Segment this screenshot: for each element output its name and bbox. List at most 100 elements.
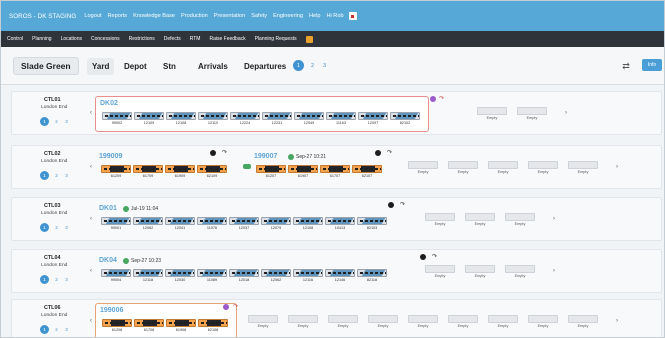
consist-id[interactable]: DK02 (100, 100, 118, 107)
track-page-2[interactable]: 2 (52, 117, 61, 126)
car-11076[interactable]: 11076 (197, 217, 227, 230)
nav-knowledge-base[interactable]: Knowledge Base (133, 13, 175, 19)
consist-DK01[interactable]: DK01 Jul-19 11:04 99001 12062 12041 11076 1203… (95, 202, 397, 238)
car-10413[interactable]: 10413 (325, 217, 355, 230)
car-99004[interactable]: 99004 (101, 269, 131, 282)
page-2[interactable]: 2 (307, 60, 318, 71)
car-99001[interactable]: 99001 (101, 217, 131, 230)
car-12049[interactable]: 12049 (294, 112, 324, 125)
scroll-left-icon[interactable]: ‹ (90, 216, 92, 222)
empty-slot[interactable]: Empty (248, 315, 278, 328)
car-61909[interactable]: 61909 (165, 165, 195, 178)
nav-engineering[interactable]: Engineering (273, 13, 303, 19)
car-82118[interactable]: 82118 (357, 269, 387, 282)
car-12041[interactable]: 12041 (165, 217, 195, 230)
car-11163[interactable]: 11163 (326, 112, 356, 125)
car-12062[interactable]: 12062 (133, 217, 163, 230)
car-12062[interactable]: 12062 (261, 269, 291, 282)
empty-slot[interactable]: Empty (528, 315, 558, 328)
empty-slot[interactable]: Empty (328, 315, 358, 328)
car-61707[interactable]: 61707 (320, 165, 350, 178)
car-61209[interactable]: 61209 (101, 165, 131, 178)
track-page-1[interactable]: 1 (40, 223, 49, 232)
scroll-right-icon[interactable]: › (553, 216, 555, 222)
empty-slot[interactable]: Empty (408, 161, 438, 174)
car-12097[interactable]: 12097 (358, 112, 388, 125)
car-61207[interactable]: 61207 (256, 165, 286, 178)
menu-planning[interactable]: Planning (32, 36, 51, 42)
track-page-1[interactable]: 1 (40, 171, 49, 180)
reverse-icon[interactable]: ↷ (432, 253, 437, 260)
car-12224[interactable]: 12224 (230, 112, 260, 125)
empty-slot[interactable]: Empty (568, 315, 598, 328)
consist-199006[interactable]: 199006 61208 61708 61908 62108 (95, 303, 237, 337)
page-1[interactable]: 1 (293, 60, 304, 71)
empty-slot[interactable]: Empty (517, 107, 547, 120)
consist-DK04[interactable]: DK04 Sep-27 10:23 99004 12118 12030 11089 1201… (95, 254, 397, 290)
tab-arrivals[interactable]: Arrivals (193, 58, 233, 75)
car-61709[interactable]: 61709 (133, 165, 163, 178)
track-page-3[interactable]: 3 (62, 171, 71, 180)
menu-locations[interactable]: Locations (61, 36, 82, 42)
car-12146[interactable]: 12146 (325, 269, 355, 282)
empty-slot[interactable]: Empty (448, 161, 478, 174)
car-62108[interactable]: 62108 (198, 319, 228, 332)
car-61907[interactable]: 61907 (288, 165, 318, 178)
menu-raise-feedback[interactable]: Raise Feedback (209, 36, 245, 42)
menu-restrictions[interactable]: Restrictions (129, 36, 155, 42)
empty-slot[interactable]: Empty (488, 315, 518, 328)
scroll-right-icon[interactable]: › (565, 110, 567, 116)
car-11089[interactable]: 11089 (197, 269, 227, 282)
nav-logout[interactable]: Logout (84, 13, 101, 19)
empty-slot[interactable]: Empty (568, 161, 598, 174)
empty-slot[interactable]: Empty (425, 265, 455, 278)
car-12079[interactable]: 12079 (261, 217, 291, 230)
tab-stn[interactable]: Stn (158, 58, 181, 75)
car-12118[interactable]: 12118 (133, 269, 163, 282)
track-page-2[interactable]: 2 (52, 223, 61, 232)
nav-safety[interactable]: Safety (251, 13, 267, 19)
empty-slot[interactable]: Empty (477, 107, 507, 120)
scroll-left-icon[interactable]: ‹ (90, 110, 92, 116)
tab-depot[interactable]: Depot (119, 58, 152, 75)
consist-DK02[interactable]: DK02 99002 12109 12108 12110 12224 12231 12049 1… (95, 96, 429, 132)
info-dot-icon[interactable] (210, 150, 216, 156)
track-page-1[interactable]: 1 (40, 275, 49, 284)
info-dot-icon[interactable] (420, 254, 426, 260)
car-12110[interactable]: 12110 (198, 112, 228, 125)
car-12231[interactable]: 12231 (262, 112, 292, 125)
scroll-right-icon[interactable]: › (616, 164, 618, 170)
info-dot-icon[interactable] (375, 150, 381, 156)
car-62109[interactable]: 62109 (197, 165, 227, 178)
consist-id[interactable]: 199006 (100, 307, 123, 314)
menu-defects[interactable]: Defects (164, 36, 181, 42)
info-button[interactable]: Info (642, 59, 662, 71)
empty-slot[interactable]: Empty (465, 213, 495, 226)
car-12037[interactable]: 12037 (229, 217, 259, 230)
empty-slot[interactable]: Empty (505, 213, 535, 226)
scroll-left-icon[interactable]: ‹ (90, 318, 92, 324)
tab-yard[interactable]: Yard (87, 58, 115, 75)
car-61708[interactable]: 61708 (134, 319, 164, 332)
empty-slot[interactable]: Empty (448, 315, 478, 328)
alert-dot-icon[interactable] (223, 304, 229, 310)
reverse-icon[interactable]: ↷ (439, 95, 444, 102)
track-page-3[interactable]: 3 (62, 325, 71, 334)
track-page-3[interactable]: 3 (62, 223, 71, 232)
car-82103[interactable]: 82103 (357, 217, 387, 230)
menu-control[interactable]: Control (7, 36, 23, 42)
scroll-left-icon[interactable]: ‹ (90, 164, 92, 170)
reverse-icon[interactable]: ↷ (400, 201, 405, 208)
track-page-3[interactable]: 3 (62, 275, 71, 284)
app-title[interactable]: SOROS - DK STAGING (9, 13, 76, 20)
empty-slot[interactable]: Empty (288, 315, 318, 328)
location-selector[interactable]: Slade Green (13, 57, 79, 75)
track-page-1[interactable]: 1 (40, 117, 49, 126)
track-page-1[interactable]: 1 (40, 325, 49, 334)
flag-icon[interactable] (348, 12, 357, 20)
consist-id[interactable]: DK01 (99, 205, 117, 212)
car-12018[interactable]: 12018 (229, 269, 259, 282)
tab-departures[interactable]: Departures (239, 58, 291, 75)
car-62107[interactable]: 62107 (352, 165, 382, 178)
nav-production[interactable]: Production (181, 13, 208, 19)
